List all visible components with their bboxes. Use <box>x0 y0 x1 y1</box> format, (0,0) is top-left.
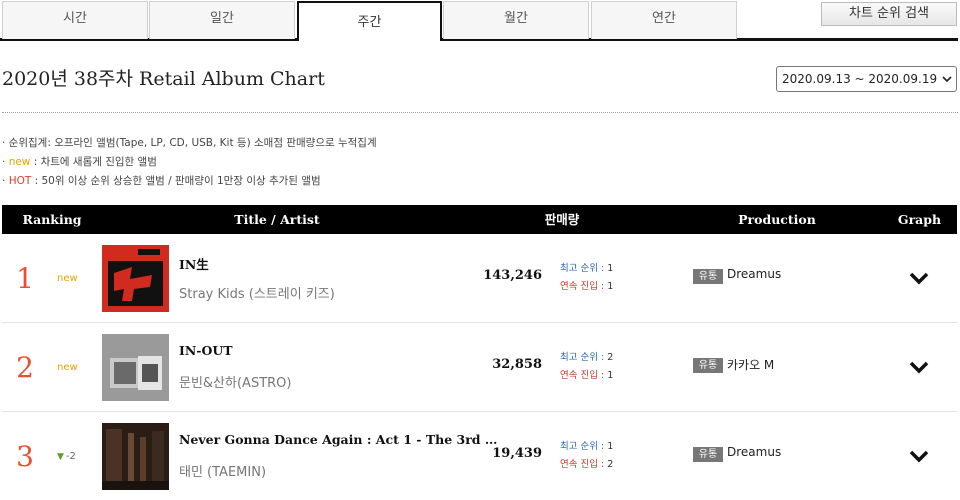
streak-weeks: 연속 진입 : 2 <box>560 456 613 470</box>
note-hot: · HOT : 50위 이상 순위 상승한 앨범 / 판매량이 1만장 이상 추… <box>2 175 321 187</box>
tab-monthly[interactable]: 월간 <box>443 1 589 39</box>
tab-daily[interactable]: 일간 <box>149 1 295 39</box>
rank-number: 3 <box>16 440 34 473</box>
album-title[interactable]: IN生 <box>179 254 209 273</box>
chevron-down-icon[interactable] <box>907 447 931 467</box>
distribution-badge: 유통 <box>693 447 723 462</box>
tab-hourly[interactable]: 시간 <box>2 1 148 39</box>
period-tabs: 시간 일간 주간 월간 연간 차트 순위 검색 <box>0 0 960 42</box>
peak-label: 최고 순위 : <box>560 441 608 452</box>
peak-rank: 최고 순위 : 1 <box>560 438 613 452</box>
album-title[interactable]: Never Gonna Dance Again : Act 1 - The 3r… <box>179 432 497 447</box>
header-sales: 판매량 <box>544 212 580 227</box>
sales-count: 143,246 <box>483 268 542 283</box>
streak-weeks: 연속 진입 : 1 <box>560 367 613 381</box>
date-range-value: 2020.09.13 ~ 2020.09.19 <box>782 72 938 86</box>
header-production: Production <box>738 212 816 227</box>
table-row: 1 new IN生 Stray Kids (스트레이 키즈) 143,246 최… <box>2 234 957 323</box>
chevron-down-icon[interactable] <box>907 269 931 289</box>
chart-search-button[interactable]: 차트 순위 검색 <box>821 2 957 26</box>
distributor-name: Dreamus <box>727 445 782 459</box>
divider <box>2 112 958 113</box>
note-new: · new : 차트에 새롭게 진입한 앨범 <box>2 156 157 168</box>
peak-rank: 최고 순위 : 2 <box>560 349 613 363</box>
streak-label: 연속 진입 : <box>560 370 608 381</box>
artist-name[interactable]: Stray Kids (스트레이 키즈) <box>179 283 335 302</box>
album-cover[interactable] <box>102 334 169 401</box>
distributor-name: Dreamus <box>727 267 782 281</box>
header-title-artist: Title / Artist <box>234 212 320 227</box>
streak-value: 1 <box>607 370 614 381</box>
distribution-badge: 유통 <box>693 358 723 373</box>
new-mark: new <box>8 156 31 168</box>
rank-number: 1 <box>16 262 34 295</box>
peak-label: 최고 순위 : <box>560 263 608 274</box>
table-header: Ranking Title / Artist 판매량 Production Gr… <box>2 205 957 234</box>
chevron-down-icon[interactable] <box>907 358 931 378</box>
tab-weekly[interactable]: 주간 <box>297 1 442 41</box>
peak-value: 2 <box>607 352 614 363</box>
note-hot-text: : 50위 이상 순위 상승한 앨범 / 판매량이 1만장 이상 추가된 앨범 <box>31 175 321 187</box>
rank-change: ▼ -2 <box>57 451 76 462</box>
rank-number: 2 <box>16 351 34 384</box>
streak-value: 1 <box>607 281 614 292</box>
distributor-name: 카카오 M <box>727 358 775 372</box>
header-graph: Graph <box>897 212 942 227</box>
streak-label: 연속 진입 : <box>560 459 608 470</box>
chart-notes: · 순위집계: 오프라인 앨범(Tape, LP, CD, USB, Kit 등… <box>2 134 377 191</box>
artist-name[interactable]: 태민 (TAEMIN) <box>179 461 266 480</box>
artist-name[interactable]: 문빈&산하(ASTRO) <box>179 372 291 391</box>
peak-value: 1 <box>607 441 614 452</box>
sales-count: 19,439 <box>492 446 542 461</box>
tab-yearly[interactable]: 연간 <box>591 1 737 39</box>
date-range-select[interactable]: 2020.09.13 ~ 2020.09.19 <box>776 66 957 92</box>
album-title[interactable]: IN-OUT <box>179 343 233 358</box>
rank-change-value: -2 <box>65 451 76 462</box>
album-cover[interactable] <box>102 245 169 312</box>
hot-mark: HOT <box>8 175 32 187</box>
note-aggregation: · 순위집계: 오프라인 앨범(Tape, LP, CD, USB, Kit 등… <box>2 137 377 149</box>
peak-label: 최고 순위 : <box>560 352 608 363</box>
rank-change-new: new <box>57 362 78 373</box>
down-arrow-icon: ▼ <box>57 452 64 462</box>
peak-value: 1 <box>607 263 614 274</box>
distribution-badge: 유통 <box>693 269 723 284</box>
page-title: 2020년 38주차 Retail Album Chart <box>2 68 325 90</box>
header-ranking: Ranking <box>22 212 82 227</box>
sales-count: 32,858 <box>492 357 542 372</box>
table-row: 2 new IN-OUT 문빈&산하(ASTRO) 32,858 최고 순위 :… <box>2 323 957 412</box>
album-cover[interactable] <box>102 423 169 490</box>
note-new-text: : 차트에 새롭게 진입한 앨범 <box>30 156 157 168</box>
streak-weeks: 연속 진입 : 1 <box>560 278 613 292</box>
rank-change-new: new <box>57 273 78 284</box>
streak-value: 2 <box>607 459 614 470</box>
peak-rank: 최고 순위 : 1 <box>560 260 613 274</box>
table-row: 3 ▼ -2 Never Gonna Dance Again : Act 1 - … <box>2 412 957 500</box>
streak-label: 연속 진입 : <box>560 281 608 292</box>
chevron-down-icon <box>942 67 952 100</box>
